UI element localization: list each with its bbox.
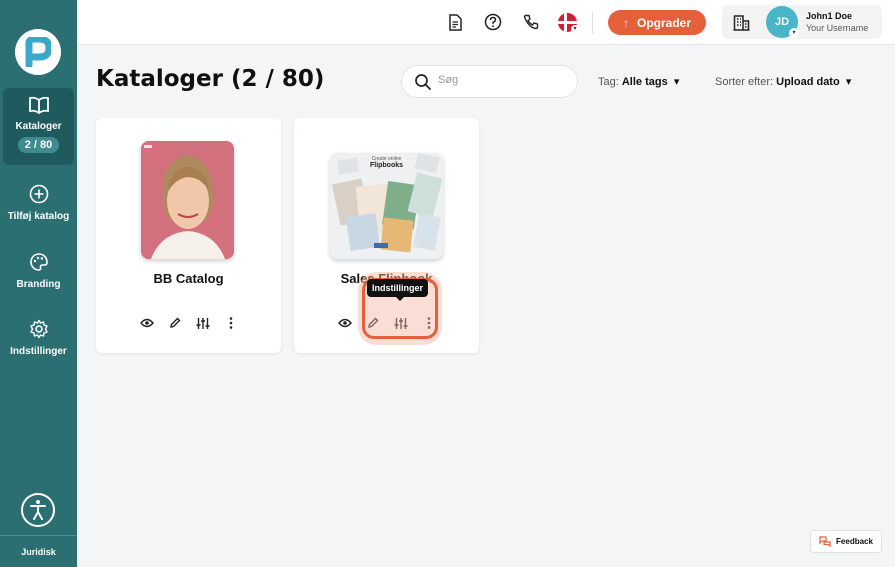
help-icon[interactable]	[483, 12, 503, 32]
plus-circle-icon	[29, 184, 48, 204]
tag-filter-value: Alle tags	[621, 76, 668, 88]
gear-icon	[29, 319, 48, 339]
legal-link[interactable]: Juridisk	[0, 535, 77, 557]
search-icon	[415, 74, 431, 90]
accessibility-button[interactable]	[21, 493, 55, 527]
sidebar-item-kataloger[interactable]: Kataloger 2 / 80	[3, 88, 74, 165]
eye-icon[interactable]	[140, 316, 154, 330]
sidebar-item-label: Kataloger	[15, 121, 62, 132]
settings-tooltip: Indstillinger	[367, 279, 429, 301]
portrait-image-icon	[141, 141, 234, 259]
chevron-down-icon: ▾	[842, 76, 852, 88]
upgrade-button[interactable]: ↑ Opgrader	[608, 10, 706, 35]
sidebar: Kataloger 2 / 80 Tilføj katalog Branding…	[0, 0, 77, 567]
book-open-icon	[28, 96, 49, 115]
sidebar-item-label: Branding	[16, 279, 61, 290]
feedback-icon	[819, 536, 831, 547]
catalog-card[interactable]: BB Catalog	[96, 118, 281, 353]
chevron-down-icon: ▾	[571, 25, 579, 33]
arrow-up-icon: ↑	[622, 15, 629, 30]
app-logo[interactable]	[15, 29, 61, 75]
catalog-count-badge: 2 / 80	[17, 137, 60, 153]
user-username: Your Username	[806, 23, 869, 33]
sort-filter-label: Sorter efter:	[715, 76, 774, 88]
sidebar-item-branding[interactable]: Branding	[0, 252, 77, 290]
sidebar-item-add-catalog[interactable]: Tilføj katalog	[0, 184, 77, 222]
user-name: John1 Doe	[806, 11, 853, 21]
search-box[interactable]	[401, 65, 578, 98]
page-title: Kataloger (2 / 80)	[96, 66, 325, 92]
sort-filter[interactable]: Sorter efter: Upload dato ▾	[715, 75, 851, 88]
accessibility-icon	[30, 500, 46, 520]
sidebar-item-label: Tilføj katalog	[7, 211, 70, 222]
catalog-actions	[140, 316, 240, 330]
logo-icon	[25, 37, 51, 67]
search-input[interactable]	[438, 74, 568, 86]
tag-filter[interactable]: Tag: Alle tags ▾	[598, 75, 679, 88]
feedback-label: Feedback	[836, 537, 873, 546]
document-icon[interactable]	[445, 12, 465, 32]
top-header: ▾ ↑ Opgrader JD ▾ John1 Doe Your Usernam…	[77, 0, 895, 45]
palette-icon	[29, 253, 48, 271]
sort-filter-value: Upload dato	[776, 76, 840, 88]
thumbnail-heading: Flipbooks	[369, 162, 404, 169]
chevron-down-icon: ▾	[670, 76, 680, 88]
user-menu[interactable]: JD ▾ John1 Doe Your Username	[722, 5, 882, 39]
eye-icon[interactable]	[338, 316, 352, 330]
sidebar-item-label: Indstillinger	[10, 346, 67, 357]
building-icon[interactable]	[731, 12, 751, 32]
sliders-icon[interactable]	[196, 316, 210, 330]
catalog-title[interactable]: BB Catalog	[96, 271, 281, 286]
chevron-down-icon: ▾	[789, 28, 799, 38]
catalog-thumbnail[interactable]: Create online Flipbooks	[330, 153, 443, 259]
upgrade-label: Opgrader	[636, 15, 691, 30]
divider	[592, 12, 593, 34]
phone-icon[interactable]	[521, 12, 541, 32]
more-vertical-icon[interactable]	[224, 316, 238, 330]
edit-icon[interactable]	[168, 316, 182, 330]
feedback-button[interactable]: Feedback	[810, 530, 882, 553]
tag-filter-label: Tag:	[598, 76, 619, 88]
sidebar-item-settings[interactable]: Indstillinger	[0, 319, 77, 357]
catalog-thumbnail[interactable]	[141, 141, 234, 259]
